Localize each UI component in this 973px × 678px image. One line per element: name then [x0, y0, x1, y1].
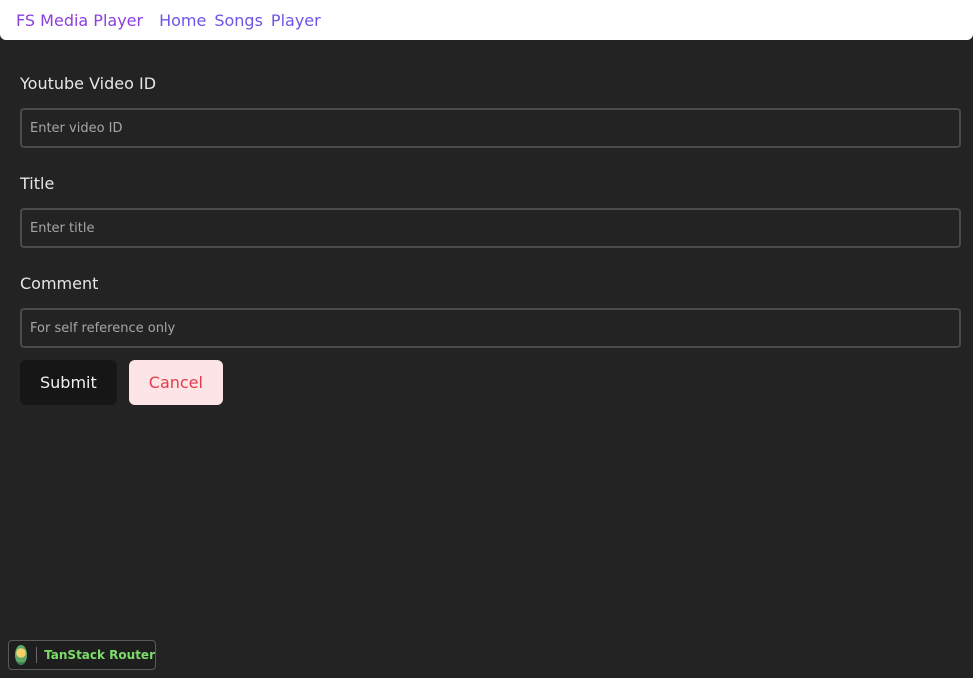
nav-link-home[interactable]: Home — [159, 11, 206, 30]
tanstack-router-devtools-toggle[interactable]: TanStack Router — [8, 640, 156, 670]
badge-divider — [35, 647, 37, 663]
comment-label: Comment — [20, 274, 99, 293]
app-brand-link[interactable]: FS Media Player — [16, 11, 143, 30]
devtools-label: TanStack Router — [44, 648, 155, 662]
title-input[interactable] — [20, 208, 961, 248]
tanstack-logo-icon — [15, 645, 27, 665]
comment-input[interactable] — [20, 308, 961, 348]
nav-link-songs[interactable]: Songs — [214, 11, 263, 30]
top-navbar: FS Media Player Home Songs Player — [0, 0, 973, 40]
cancel-button[interactable]: Cancel — [128, 360, 223, 405]
video-id-input[interactable] — [20, 108, 961, 148]
submit-button[interactable]: Submit — [20, 360, 117, 405]
add-song-form: Youtube Video ID Title Comment Submit Ca… — [20, 72, 961, 405]
form-actions: Submit Cancel — [20, 360, 961, 405]
title-label: Title — [20, 174, 55, 193]
nav-link-player[interactable]: Player — [271, 11, 321, 30]
video-id-label: Youtube Video ID — [20, 74, 157, 93]
